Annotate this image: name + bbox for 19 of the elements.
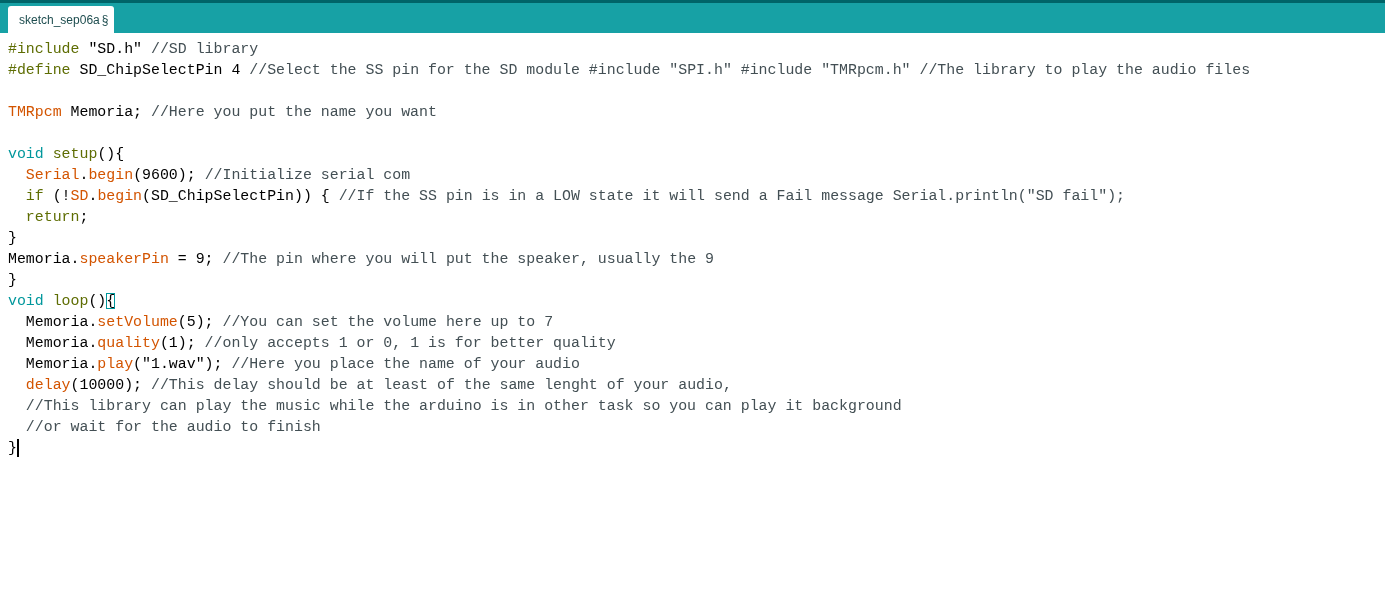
code-line: return; — [24, 208, 89, 227]
code-line: } — [7, 271, 17, 290]
code-line: Memoria.speakerPin = 9; //The pin where you will put the speaker, usually the 9 — [7, 250, 714, 269]
code-line: TMRpcm Memoria; //Here you put the name you want — [7, 103, 437, 122]
code-line: Memoria.play("1.wav"); //Here you place the name of your audio — [24, 355, 580, 374]
code-line: } — [7, 229, 17, 248]
code-line: void loop(){ — [7, 292, 116, 311]
code-line: Memoria.quality(1); //only accepts 1 or 0, 1 is for better quality — [24, 334, 616, 353]
code-line: Serial.begin(9600); //Initialize serial com — [24, 166, 411, 185]
code-line: #include "SD.h" //SD library — [7, 40, 259, 59]
code-line: //or wait for the audio to finish — [24, 418, 321, 437]
code-line: Memoria.setVolume(5); //You can set the volume here up to 7 — [24, 313, 554, 332]
code-line: #define SD_ChipSelectPin 4 //Select the SS pin for the SD module #include "SPI.h" #include "TMRpcm.h" //The library to play the audio files — [7, 61, 1251, 80]
code-line: void setup(){ — [7, 145, 125, 164]
code-line: if (!SD.begin(SD_ChipSelectPin)) { //If the SS pin is in a LOW state it will send a Fail message Serial.println("SD fail"); — [24, 187, 1125, 206]
code-line: delay(10000); //This delay should be at least of the same lenght of your audio, — [24, 376, 732, 395]
code-line: } — [7, 438, 19, 459]
code-line: //This library can play the music while the arduino is in other task so you can play it background — [24, 397, 902, 416]
file-tab[interactable]: sketch_sep06a § — [8, 6, 115, 33]
